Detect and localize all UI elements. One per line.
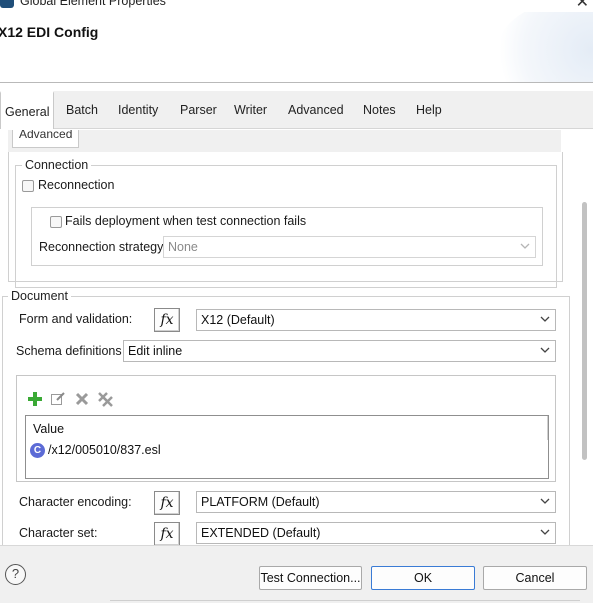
character-set-select[interactable]: EXTENDED (Default)	[196, 522, 556, 544]
form-validation-value: X12 (Default)	[201, 313, 275, 327]
form-validation-select[interactable]: X12 (Default)	[196, 309, 556, 331]
fx-icon[interactable]: fx	[154, 308, 180, 332]
reconnection-checkbox[interactable]	[22, 180, 34, 192]
app-icon	[0, 0, 14, 8]
reconnection-label: Reconnection	[38, 178, 115, 192]
help-icon[interactable]: ?	[5, 564, 26, 585]
reconnection-strategy-value: None	[168, 240, 198, 254]
chevron-down-icon	[520, 243, 530, 249]
subtab-bar: Advanced	[8, 130, 561, 152]
column-divider	[547, 416, 548, 440]
advanced-panel: Connection Reconnection Fails deployment…	[8, 152, 563, 288]
subtab-advanced[interactable]: Advanced	[12, 130, 80, 148]
test-connection-button[interactable]: Test Connection...	[259, 566, 362, 590]
schema-definitions-value: Edit inline	[128, 344, 183, 358]
vertical-scrollbar[interactable]	[582, 202, 587, 460]
character-set-value: EXTENDED (Default)	[201, 526, 321, 540]
fails-deployment-checkbox[interactable]	[50, 216, 62, 228]
edit-icon[interactable]	[50, 391, 66, 407]
reconnection-strategy-select[interactable]: None	[163, 236, 536, 258]
dialog-header: X12 EDI Config	[0, 12, 593, 83]
value-column-header[interactable]: Value	[33, 422, 64, 436]
fails-deployment-label: Fails deployment when test connection fa…	[65, 214, 307, 228]
add-icon[interactable]	[27, 391, 43, 407]
chevron-down-icon	[540, 498, 550, 504]
reconnection-options-group: Fails deployment when test connection fa…	[31, 207, 543, 266]
delete-icon[interactable]	[74, 391, 90, 407]
chevron-down-icon	[540, 529, 550, 535]
chevron-down-icon	[540, 347, 550, 353]
tab-identity[interactable]: Identity	[116, 91, 160, 129]
connection-group: Connection Reconnection Fails deployment…	[15, 158, 557, 288]
general-tab-content: Advanced Connection Reconnection Fails d…	[0, 130, 593, 545]
schema-definitions-select[interactable]: Edit inline	[123, 340, 556, 362]
tab-advanced[interactable]: Advanced	[286, 91, 346, 129]
character-encoding-select[interactable]: PLATFORM (Default)	[196, 491, 556, 513]
tab-batch[interactable]: Batch	[64, 91, 100, 129]
tab-notes[interactable]: Notes	[361, 91, 398, 129]
cancel-button[interactable]: Cancel	[483, 566, 587, 590]
button-bar: ? Test Connection... OK Cancel	[0, 545, 593, 603]
window-bottom-edge	[110, 600, 580, 601]
schema-path: /x12/005010/837.esl	[48, 443, 161, 457]
fx-icon[interactable]: fx	[154, 522, 180, 545]
connection-legend: Connection	[22, 158, 92, 172]
form-validation-label: Form and validation:	[19, 312, 133, 326]
schema-table: Value C /x12/005010/837.esl	[25, 415, 549, 479]
config-title: X12 EDI Config	[0, 24, 99, 40]
character-set-label: Character set:	[19, 526, 98, 540]
tab-help[interactable]: Help	[414, 91, 444, 129]
tab-writer[interactable]: Writer	[232, 91, 269, 129]
tab-parser[interactable]: Parser	[178, 91, 219, 129]
reconnection-strategy-label: Reconnection strategy	[39, 240, 164, 254]
schema-list-panel: Value C /x12/005010/837.esl	[16, 375, 556, 482]
window-title: Global Element Properties	[20, 0, 166, 8]
ok-button[interactable]: OK	[371, 566, 475, 590]
header-decoration	[493, 12, 593, 82]
title-bar: Global Element Properties ✕	[0, 0, 593, 12]
tab-bar: General Batch Identity Parser Writer Adv…	[0, 91, 593, 129]
schema-definitions-label: Schema definitions	[16, 344, 122, 358]
character-encoding-value: PLATFORM (Default)	[201, 495, 320, 509]
delete-all-icon[interactable]	[97, 391, 113, 407]
tab-general[interactable]: General	[0, 91, 55, 129]
fx-icon[interactable]: fx	[154, 491, 180, 515]
close-icon[interactable]: ✕	[576, 0, 589, 11]
table-row[interactable]: C /x12/005010/837.esl	[30, 443, 530, 461]
character-encoding-label: Character encoding:	[19, 495, 132, 509]
schema-file-icon: C	[30, 443, 45, 458]
document-legend: Document	[8, 289, 71, 303]
chevron-down-icon	[540, 316, 550, 322]
